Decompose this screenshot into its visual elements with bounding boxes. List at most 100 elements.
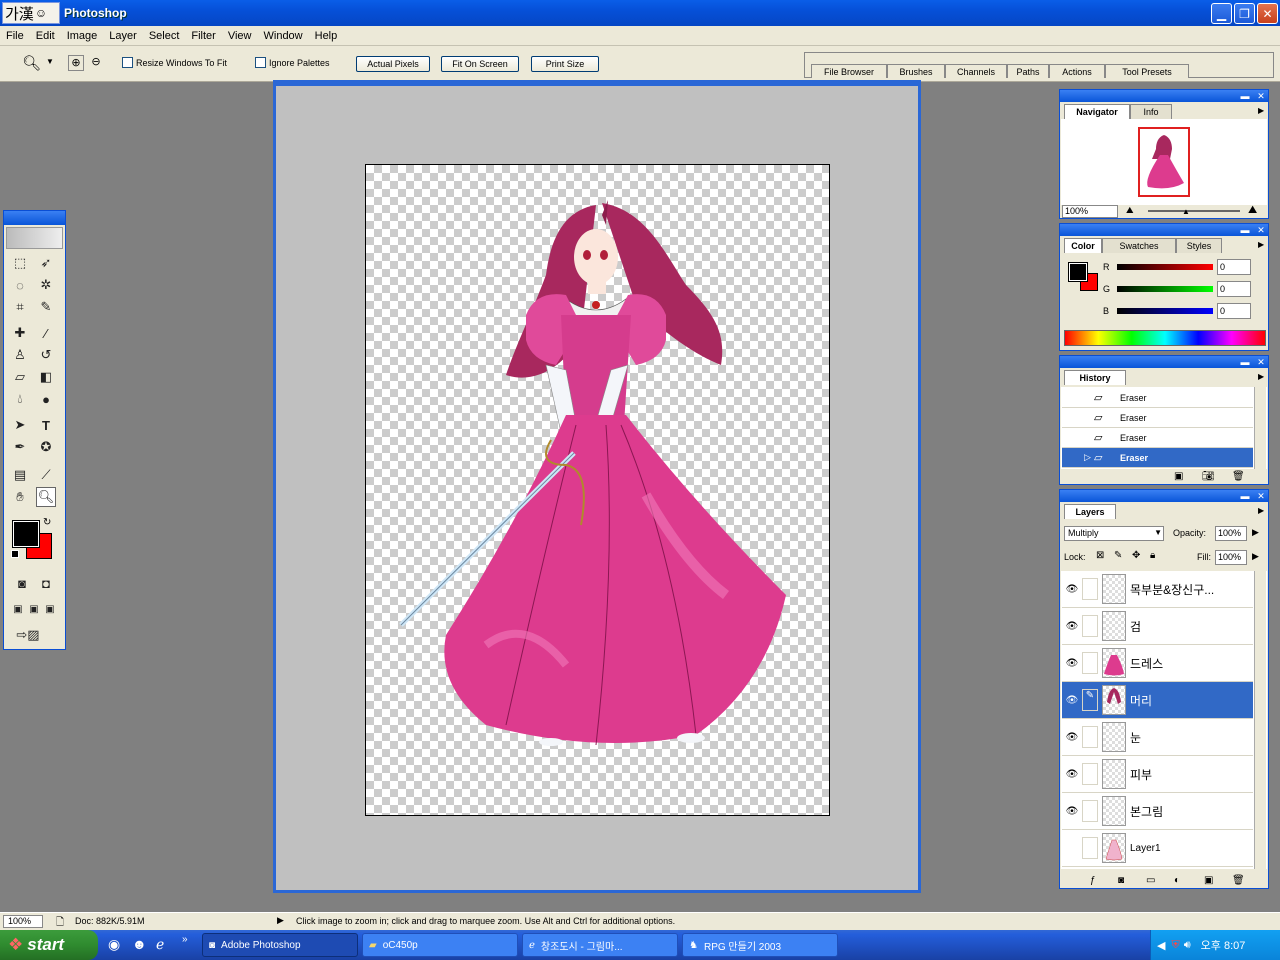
well-tab-paths[interactable]: Paths <box>1007 64 1049 78</box>
history-title-bar[interactable] <box>1060 356 1268 368</box>
healing-brush-icon[interactable]: ✚ <box>10 323 30 343</box>
blend-mode-select[interactable]: Multiply ▼ <box>1064 526 1164 541</box>
delete-layer-icon[interactable]: 🗑︎ <box>1232 875 1245 886</box>
well-tab-brushes[interactable]: Brushes <box>887 64 945 78</box>
restore-button[interactable]: ❐ <box>1234 3 1255 24</box>
palette-minimize-icon[interactable]: ▬ <box>1240 491 1250 501</box>
menu-help[interactable]: Help <box>309 30 344 42</box>
menu-window[interactable]: Window <box>258 30 309 42</box>
layer-row[interactable]: 👁︎ 검 <box>1062 608 1253 645</box>
eyedropper-icon[interactable]: ⟋ <box>36 465 56 485</box>
status-arrow-icon[interactable]: ▶ <box>277 915 284 926</box>
layer-row[interactable]: 👁︎ 목부분&장신구... <box>1062 571 1253 608</box>
eye-icon[interactable]: 👁︎ <box>1062 732 1082 743</box>
new-layer-set-icon[interactable]: ▭ <box>1146 875 1155 886</box>
lock-image-icon[interactable]: ✎ <box>1114 550 1122 561</box>
opacity-arrow-icon[interactable]: ▶ <box>1252 527 1259 538</box>
layer-link-box[interactable] <box>1082 763 1098 785</box>
palette-menu-icon[interactable]: ▶ <box>1258 506 1264 515</box>
clone-stamp-icon[interactable]: ♙ <box>10 345 30 365</box>
palette-minimize-icon[interactable]: ▬ <box>1240 91 1250 101</box>
navigator-zoom-slider[interactable] <box>1148 210 1240 212</box>
zoom-tool-icon[interactable]: 🔍︎ <box>36 487 56 507</box>
type-tool-icon[interactable]: T <box>36 415 56 435</box>
document-title-bar[interactable] <box>276 80 918 86</box>
lock-position-icon[interactable]: ✥ <box>1132 550 1140 561</box>
tab-navigator[interactable]: Navigator <box>1064 104 1130 119</box>
color-ramp[interactable] <box>1064 330 1266 346</box>
blur-tool-icon[interactable]: 💧︎ <box>10 389 30 409</box>
eye-icon[interactable]: 👁︎ <box>1062 584 1082 595</box>
clock[interactable]: 오후 8:07 <box>1201 937 1246 953</box>
zoom-out-icon[interactable]: ⊖ <box>88 55 104 71</box>
navigator-zoom-field[interactable]: 100% <box>1062 205 1118 218</box>
pen-tool-icon[interactable]: ✒ <box>10 437 30 457</box>
marquee-tool-icon[interactable]: ⬚ <box>10 253 30 273</box>
history-item[interactable]: ▱ Eraser <box>1062 408 1253 428</box>
navigator-view-box[interactable] <box>1138 127 1190 197</box>
tab-layers[interactable]: Layers <box>1064 504 1116 519</box>
custom-shape-icon[interactable]: ✪ <box>36 437 56 457</box>
zoom-slider-thumb-icon[interactable]: ▲ <box>1182 207 1190 216</box>
layer-row[interactable]: 👁︎ 피부 <box>1062 756 1253 793</box>
color-title-bar[interactable] <box>1060 224 1268 236</box>
task-rpg-maker[interactable]: ♞ RPG 만들기 2003 <box>682 933 838 957</box>
well-tab-channels[interactable]: Channels <box>945 64 1007 78</box>
media-player-icon[interactable]: ◉ <box>108 936 120 953</box>
minimize-button[interactable]: ▁ <box>1211 3 1232 24</box>
history-item[interactable]: ▱ Eraser <box>1062 388 1253 408</box>
slice-tool-icon[interactable]: ✎ <box>36 297 56 317</box>
palette-menu-icon[interactable]: ▶ <box>1258 240 1264 249</box>
blue-slider[interactable] <box>1117 308 1213 314</box>
well-tab-tool-presets[interactable]: Tool Presets <box>1105 64 1189 78</box>
menu-view[interactable]: View <box>222 30 258 42</box>
palette-close-icon[interactable]: ✕ <box>1256 357 1266 367</box>
palette-minimize-icon[interactable]: ▬ <box>1240 225 1250 235</box>
ignore-palettes-checkbox[interactable]: Ignore Palettes <box>255 57 330 68</box>
layer-row-selected[interactable]: 👁︎ ✎ 머리 <box>1062 682 1253 719</box>
eraser-tool-icon[interactable]: ▱ <box>10 367 30 387</box>
ime-indicator[interactable]: 가漢 ☺ <box>2 2 60 24</box>
tab-swatches[interactable]: Swatches <box>1102 238 1176 253</box>
crop-tool-icon[interactable]: ⌗ <box>10 297 30 317</box>
green-slider[interactable] <box>1117 286 1213 292</box>
history-item-selected[interactable]: ▷ ▱ Eraser <box>1062 448 1253 468</box>
menu-layer[interactable]: Layer <box>103 30 143 42</box>
actual-pixels-button[interactable]: Actual Pixels <box>356 56 430 72</box>
layer-style-icon[interactable]: ƒ <box>1090 875 1096 886</box>
navigator-title-bar[interactable] <box>1060 90 1268 102</box>
layer-row[interactable]: Layer1 <box>1062 830 1253 867</box>
start-button[interactable]: ❖ start <box>0 930 98 960</box>
blue-value-field[interactable]: 0 <box>1217 303 1251 319</box>
magic-wand-icon[interactable]: ✲ <box>36 275 56 295</box>
well-tab-actions[interactable]: Actions <box>1049 64 1105 78</box>
brush-indicator-icon[interactable]: ✎ <box>1082 689 1098 711</box>
history-brush-icon[interactable]: ↺ <box>36 345 56 365</box>
history-scrollbar[interactable] <box>1254 387 1266 469</box>
canvas[interactable] <box>365 164 830 816</box>
close-button[interactable]: ✕ <box>1257 3 1278 24</box>
jump-to-imageready-icon[interactable]: ⇨▨ <box>10 625 46 645</box>
fit-on-screen-button[interactable]: Fit On Screen <box>441 56 519 72</box>
path-selection-icon[interactable]: ➤ <box>10 415 30 435</box>
new-document-from-state-icon[interactable]: ▣ <box>1174 471 1183 482</box>
zoom-in-mountain-icon[interactable]: ⛰ <box>1248 204 1257 217</box>
palette-close-icon[interactable]: ✕ <box>1256 225 1266 235</box>
quicklaunch-more-icon[interactable]: » <box>182 934 188 945</box>
layer-link-box[interactable] <box>1082 578 1098 600</box>
internet-explorer-icon[interactable]: ℯ <box>156 936 164 953</box>
red-value-field[interactable]: 0 <box>1217 259 1251 275</box>
palette-menu-icon[interactable]: ▶ <box>1258 372 1264 381</box>
tab-history[interactable]: History <box>1064 370 1126 385</box>
menu-edit[interactable]: Edit <box>30 30 61 42</box>
zoom-in-icon[interactable]: ⊕ <box>68 55 84 71</box>
adjustment-layer-icon[interactable]: ◐ <box>1174 875 1180 886</box>
quick-mask-mode-icon[interactable]: ◘ <box>36 573 56 593</box>
eye-icon[interactable]: 👁︎ <box>1062 769 1082 780</box>
green-value-field[interactable]: 0 <box>1217 281 1251 297</box>
layer-link-box[interactable] <box>1082 652 1098 674</box>
eye-icon[interactable]: 👁︎ <box>1062 658 1082 669</box>
screen-mode-full-icon[interactable]: ▣ <box>40 599 60 619</box>
messenger-icon[interactable]: ☻ <box>132 936 147 952</box>
fill-field[interactable]: 100% <box>1215 550 1247 565</box>
